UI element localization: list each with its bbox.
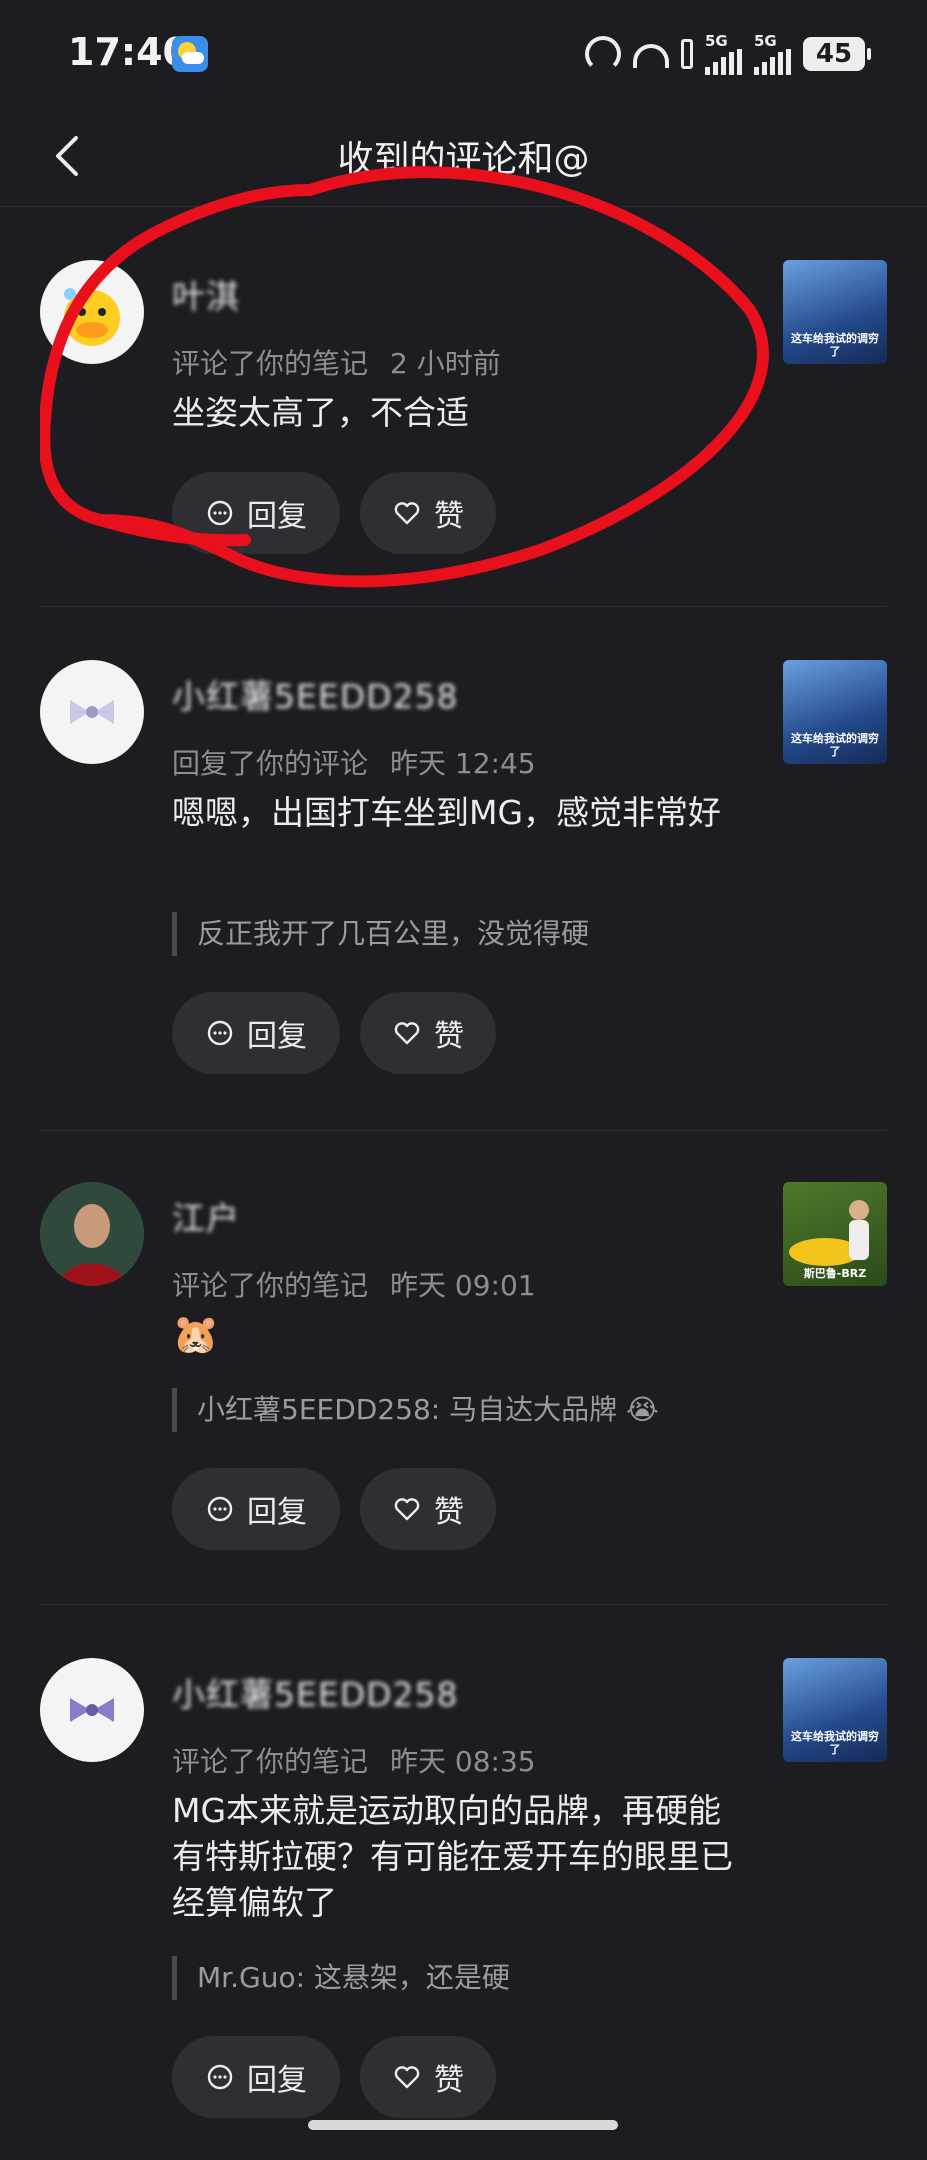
storage-icon [681, 39, 693, 69]
chat-bubble-icon [207, 2064, 233, 2090]
home-indicator[interactable] [308, 2120, 618, 2130]
weather-icon [172, 36, 208, 72]
comment-meta: 评论了你的笔记 昨天 09:01 [172, 1264, 558, 1304]
like-label: 赞 [434, 499, 464, 534]
page-header: 收到的评论和@ [0, 110, 927, 207]
divider [40, 606, 887, 607]
thumbnail-caption: 斯巴鲁-BRZ [803, 1267, 867, 1280]
thumbnail-caption: 这车给我试的调穷了 [791, 1730, 879, 1756]
reply-button[interactable]: 回复 [172, 992, 340, 1074]
quoted-comment: 小红薯5EEDD258: 马自达大品牌 😭 [172, 1388, 659, 1432]
avatar[interactable] [40, 260, 144, 364]
heart-icon [394, 1498, 420, 1521]
reply-button[interactable]: 回复 [172, 1468, 340, 1550]
heart-icon [394, 2066, 420, 2089]
speedometer-icon [585, 36, 621, 72]
emoji-sticker-icon: 🐹 [172, 1312, 220, 1356]
comment-text: 坐姿太高了，不合适 [172, 393, 469, 432]
comment-time: 昨天 09:01 [390, 1269, 536, 1302]
note-thumbnail[interactable]: 这车给我试的调穷了 [783, 660, 887, 764]
like-button[interactable]: 赞 [360, 2036, 496, 2118]
note-thumbnail[interactable]: 这车给我试的调穷了 [783, 260, 887, 364]
clock: 17:40 [68, 30, 189, 74]
reply-label: 回复 [247, 2063, 307, 2098]
username[interactable]: 小红薯5EEDD258 [172, 670, 459, 718]
reply-button[interactable]: 回复 [172, 472, 340, 554]
headset-icon [633, 44, 669, 68]
reply-button[interactable]: 回复 [172, 2036, 340, 2118]
comment-time: 昨天 08:35 [390, 1745, 536, 1778]
thumbnail-caption: 这车给我试的调穷了 [791, 332, 879, 358]
thumbnail-caption: 这车给我试的调穷了 [791, 732, 879, 758]
comment-meta: 评论了你的笔记 2 小时前 [172, 342, 523, 382]
heart-icon [394, 1022, 420, 1045]
avatar[interactable] [40, 1182, 144, 1286]
comment-action: 评论了你的笔记 [172, 1269, 369, 1302]
status-bar: 17:40 5G 5G 45 [0, 0, 927, 110]
username[interactable]: 江户 [172, 1192, 240, 1240]
like-label: 赞 [434, 1019, 464, 1054]
comment-meta: 回复了你的评论 昨天 12:45 [172, 742, 558, 782]
divider [40, 1130, 887, 1131]
like-label: 赞 [434, 2063, 464, 2098]
username[interactable]: 叶淇 [172, 270, 240, 318]
like-button[interactable]: 赞 [360, 472, 496, 554]
page-title: 收到的评论和@ [337, 139, 590, 180]
username[interactable]: 小红薯5EEDD258 [172, 1668, 459, 1716]
comment-meta: 评论了你的笔记 昨天 08:35 [172, 1740, 558, 1780]
chat-bubble-icon [207, 1496, 233, 1522]
avatar[interactable] [40, 1658, 144, 1762]
comment-text: MG本来就是运动取向的品牌，再硬能有特斯拉硬？有可能在爱开车的眼里已经算偏软了 [172, 1791, 733, 1922]
avatar[interactable] [40, 660, 144, 764]
comment-action: 评论了你的笔记 [172, 1745, 369, 1778]
reply-label: 回复 [247, 1019, 307, 1054]
note-thumbnail[interactable]: 这车给我试的调穷了 [783, 1658, 887, 1762]
battery-indicator: 45 [803, 37, 871, 71]
divider [40, 1604, 887, 1605]
comment-action: 回复了你的评论 [172, 747, 369, 780]
like-button[interactable]: 赞 [360, 1468, 496, 1550]
signal-icon-2: 5G [754, 33, 791, 75]
quoted-comment: Mr.Guo: 这悬架，还是硬 [172, 1956, 510, 2000]
chat-bubble-icon [207, 1020, 233, 1046]
like-button[interactable]: 赞 [360, 992, 496, 1074]
reply-label: 回复 [247, 1495, 307, 1530]
like-label: 赞 [434, 1495, 464, 1530]
comment-time: 2 小时前 [390, 347, 501, 380]
heart-icon [394, 502, 420, 525]
comment-action: 评论了你的笔记 [172, 347, 369, 380]
reply-label: 回复 [247, 499, 307, 534]
note-thumbnail[interactable]: 斯巴鲁-BRZ [783, 1182, 887, 1286]
signal-icon-1: 5G [705, 33, 742, 75]
comment-text: 嗯嗯，出国打车坐到MG，感觉非常好 [172, 793, 722, 832]
comment-time: 昨天 12:45 [390, 747, 536, 780]
quoted-comment: 反正我开了几百公里，没觉得硬 [172, 912, 589, 956]
chat-bubble-icon [207, 500, 233, 526]
crying-emoji-icon: 😭 [626, 1393, 659, 1426]
